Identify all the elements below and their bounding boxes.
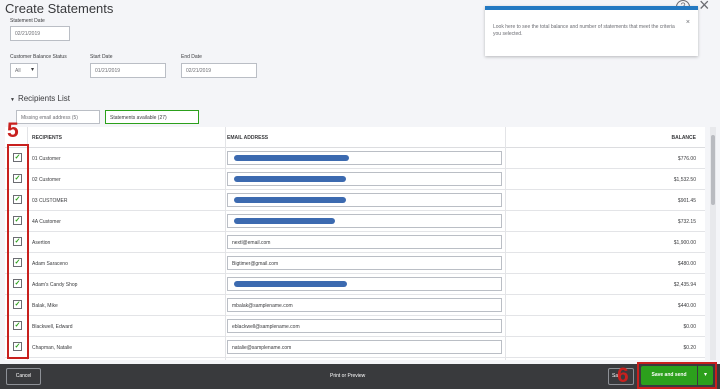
email-field[interactable] [227, 214, 502, 228]
table-row: ✓ Asertion nextl@email.com $1,900.00 [5, 232, 705, 253]
balance-value: $901.45 [677, 198, 696, 204]
end-date-field[interactable]: 02/21/2019 [181, 63, 257, 78]
redacted-email-bar [234, 197, 346, 203]
recipient-name: 02 Customer [32, 177, 61, 183]
table-row: ✓ 02 Customer $1,532.50 [5, 169, 705, 190]
header-recipients: RECIPIENTS [32, 135, 63, 141]
start-date-field[interactable]: 01/21/2019 [90, 63, 166, 78]
table-row: ✓ 4A Customer $732.15 [5, 211, 705, 232]
email-field[interactable] [227, 277, 502, 291]
redacted-email-bar [234, 218, 335, 224]
table-row: ✓ Blackwell, Edward eblackwell@samplename.… [5, 316, 705, 337]
tab-statements-available[interactable]: Statements available (27) [105, 110, 199, 124]
create-statements-page: Create Statements ? × Statement Date 02/… [0, 0, 720, 389]
balance-value: $776.00 [677, 156, 696, 162]
recipient-name: Chapman, Natalie [32, 345, 73, 351]
balance-value: $0.00 [683, 324, 696, 330]
column-divider [505, 127, 506, 360]
tooltip-text: Look here to see the total balance and n… [493, 24, 675, 37]
table-row: ✓ Adam's Candy Shop $2,435.94 [5, 274, 705, 295]
balance-value: $1,900.00 [673, 240, 696, 246]
caret-down-icon: ▼ [10, 97, 15, 103]
header-email: EMAIL ADDRESS [227, 135, 269, 141]
table-row: ✓ 01 Customer $776.00 [5, 148, 705, 169]
table-row: ✓ Balak, Mike mbalak@samplename.com $440.00 [5, 295, 705, 316]
balance-value: $2,435.94 [673, 282, 696, 288]
scrollbar-thumb[interactable] [711, 135, 715, 205]
table-row: ✓ Chapman, Natalie natalie@samplename.com $… [5, 337, 705, 358]
print-preview-link[interactable]: Print or Preview [330, 373, 365, 379]
tooltip-close-icon[interactable]: × [686, 19, 690, 26]
save-options-dropdown[interactable]: ▾ [698, 366, 713, 385]
balance-status-value: All [15, 68, 21, 74]
step-6-annotation: 6 [617, 364, 629, 387]
checkbox-highlight-box [7, 144, 29, 359]
email-field[interactable]: eblackwell@samplename.com [227, 319, 502, 333]
footer-bar: Cancel Print or Preview Sa [0, 364, 720, 389]
chevron-down-icon: ▾ [30, 67, 34, 73]
balance-value: $440.00 [677, 303, 696, 309]
close-icon[interactable]: × [699, 0, 710, 14]
save-and-send-button[interactable]: Save and send [641, 366, 697, 385]
recipient-name: Asertion [32, 240, 51, 246]
save-send-highlight-box: Save and send ▾ [637, 362, 717, 389]
redacted-email-bar [234, 155, 349, 161]
recipients-list-toggle[interactable]: ▼ Recipients List [10, 94, 70, 103]
recipients-list-title: Recipients List [17, 94, 70, 103]
recipient-name: 4A Customer [32, 219, 61, 225]
recipient-name: Balak, Mike [32, 303, 58, 309]
step-5-annotation: 5 [7, 119, 19, 142]
tab-missing-email[interactable]: Missing email address (5) [16, 110, 100, 124]
email-field[interactable]: nextl@email.com [227, 235, 502, 249]
table-row: ✓ Adam Saraceno Bigtimer@gmail.com $480.00 [5, 253, 705, 274]
recipient-name: 03 CUSTOMER [32, 198, 68, 204]
email-field[interactable]: mbalak@samplename.com [227, 298, 502, 312]
cancel-button[interactable]: Cancel [6, 368, 41, 385]
statement-date-label: Statement Date [10, 18, 45, 24]
email-field[interactable]: Bigtimer@gmail.com [227, 256, 502, 270]
balance-value: $0.20 [683, 345, 696, 351]
start-date-label: Start Date [90, 54, 113, 60]
email-field[interactable] [227, 172, 502, 186]
balance-status-select[interactable]: All ▾ [10, 63, 38, 78]
balance-status-label: Customer Balance Status [10, 54, 67, 60]
column-divider [225, 127, 226, 360]
table-row: ✓ 03 CUSTOMER $901.45 [5, 190, 705, 211]
end-date-label: End Date [181, 54, 202, 60]
balance-value: $1,532.50 [673, 177, 696, 183]
recipient-name: Adam's Candy Shop [32, 282, 78, 288]
recipient-name: Adam Saraceno [32, 261, 68, 267]
email-field[interactable]: natalie@samplename.com [227, 340, 502, 354]
recipient-name: 01 Customer [32, 156, 61, 162]
table-header: RECIPIENTS EMAIL ADDRESS BALANCE [5, 127, 705, 148]
table-scrollbar[interactable] [710, 127, 716, 360]
email-field[interactable] [227, 193, 502, 207]
balance-value: $732.15 [677, 219, 696, 225]
email-field[interactable] [227, 151, 502, 165]
redacted-email-bar [234, 176, 346, 182]
balance-tooltip: Look here to see the total balance and n… [485, 6, 698, 56]
balance-value: $480.00 [677, 261, 696, 267]
statement-date-field[interactable]: 02/21/2019 [10, 26, 70, 41]
redacted-email-bar [234, 281, 347, 287]
header-balance: BALANCE [671, 135, 696, 141]
recipients-table: RECIPIENTS EMAIL ADDRESS BALANCE ✓ 01 Cus… [5, 127, 705, 360]
page-title: Create Statements [5, 1, 114, 16]
recipient-name: Blackwell, Edward [32, 324, 73, 330]
